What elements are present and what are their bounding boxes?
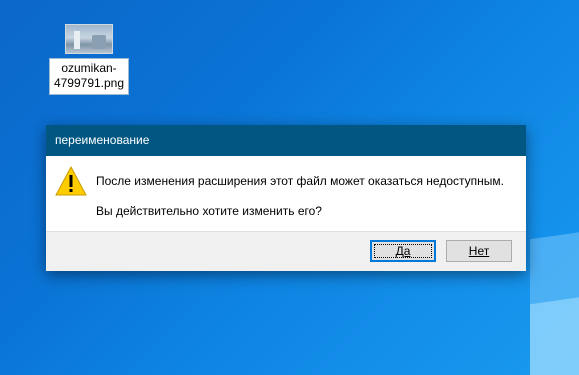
dialog-footer: Да Нет: [46, 231, 526, 271]
yes-button-label: Да: [395, 244, 411, 258]
dialog-question: Вы действительно хотите изменить его?: [96, 204, 322, 218]
desktop-file-item[interactable]: ozumikan-4799791.png: [47, 24, 131, 95]
dialog-message: После изменения расширения этот файл мож…: [96, 174, 504, 188]
wallpaper-light-beam: [530, 295, 579, 375]
warning-icon: [55, 165, 87, 196]
image-file-icon: [65, 24, 113, 54]
dialog-body: После изменения расширения этот файл мож…: [46, 156, 526, 231]
yes-button[interactable]: Да: [370, 240, 436, 262]
rename-confirm-dialog: переименование После изменения расширени…: [46, 125, 526, 271]
desktop-file-label[interactable]: ozumikan-4799791.png: [49, 58, 129, 95]
no-button-label: Нет: [468, 244, 490, 258]
no-button[interactable]: Нет: [446, 240, 512, 262]
dialog-title[interactable]: переименование: [46, 125, 526, 156]
